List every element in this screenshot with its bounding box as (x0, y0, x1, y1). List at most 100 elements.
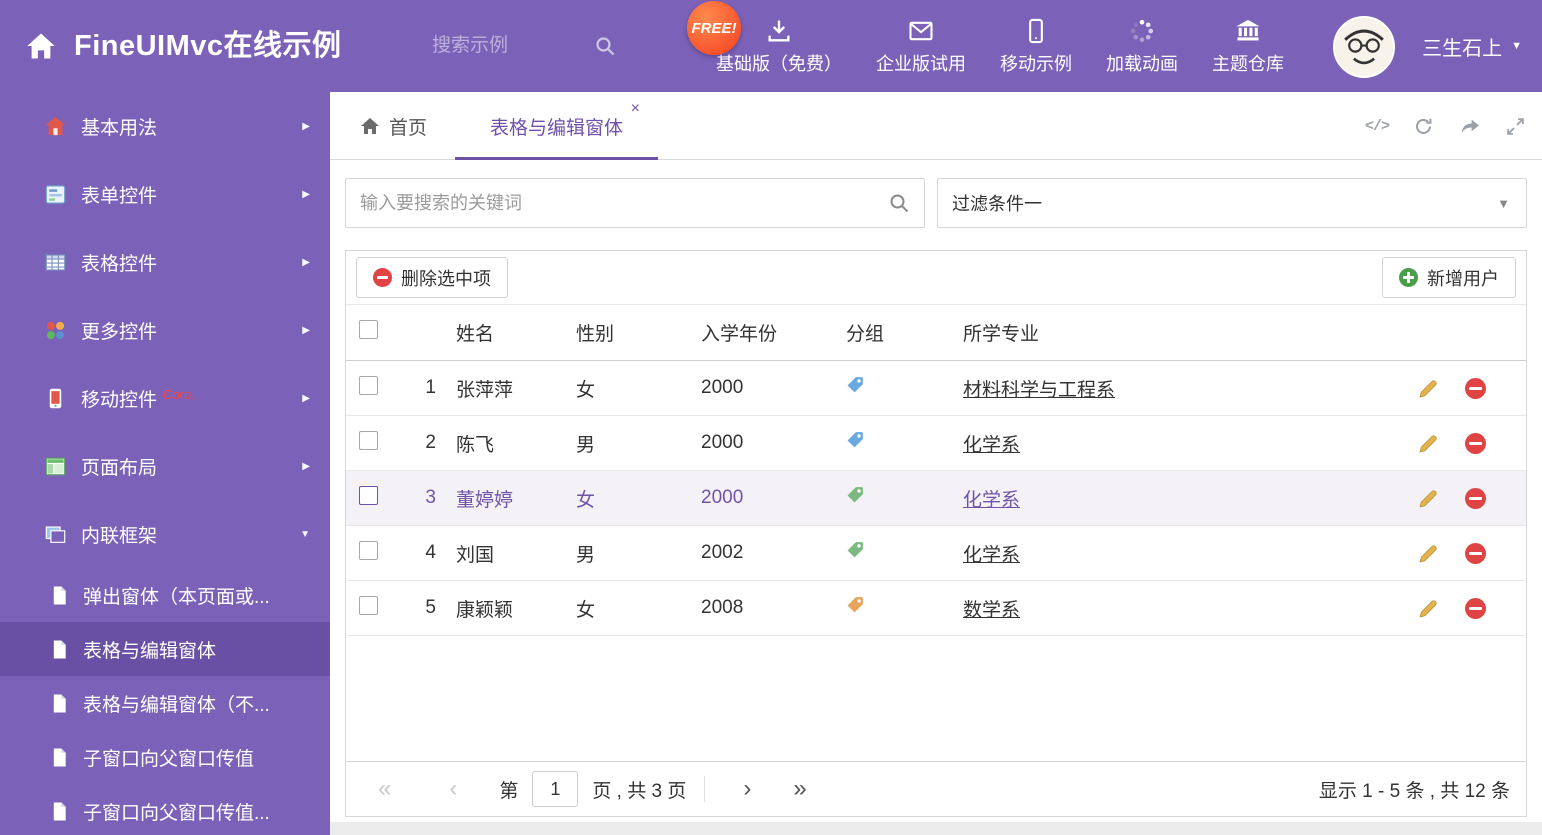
header-search-input[interactable] (430, 34, 594, 58)
user-menu[interactable]: 三生石上 ▼ (1422, 0, 1522, 92)
expand-icon[interactable] (1504, 115, 1526, 137)
table-row[interactable]: 4 刘国 男 2002 化学系 (346, 526, 1526, 581)
avatar[interactable] (1333, 16, 1395, 78)
table-row[interactable]: 2 陈飞 男 2000 化学系 (346, 416, 1526, 471)
cell-gender: 女 (576, 599, 596, 621)
sidebar-item-more-controls[interactable]: 更多控件 ▶ (0, 296, 330, 364)
sidebar-item-label: 页面布局 (81, 457, 158, 479)
sidebar-item-label: 内联框架 (81, 525, 158, 547)
edit-icon[interactable] (1418, 378, 1439, 399)
main-content: 首页 表格与编辑窗体 × </> 输入要搜索的关键词 过滤条件一 ▼ 删除选中项… (330, 92, 1542, 835)
chevron-down-icon: ▼ (300, 528, 310, 540)
nav-item-theme-repo[interactable]: 主题仓库 (1212, 17, 1284, 76)
search-icon[interactable] (594, 35, 616, 57)
bottom-strip (330, 822, 1542, 835)
keyword-search-input[interactable] (346, 192, 888, 214)
nav-item-label: 主题仓库 (1212, 53, 1284, 74)
delete-icon[interactable] (1465, 542, 1486, 564)
sidebar-item-mobile-controls[interactable]: 移动控件 Corp. ▶ (0, 364, 330, 432)
major-link[interactable]: 化学系 (963, 435, 1020, 456)
envelope-icon (907, 17, 935, 45)
sidebar-subitem-label: 表格与编辑窗体 (83, 640, 217, 662)
edit-icon[interactable] (1418, 433, 1439, 454)
sidebar-item-inline-frame[interactable]: 内联框架 ▼ (0, 500, 330, 568)
tab-tools: </> (1365, 92, 1526, 160)
pager-prev-button[interactable]: ‹ (449, 777, 457, 801)
delete-icon[interactable] (1465, 432, 1486, 454)
close-icon[interactable]: × (631, 101, 640, 117)
select-all-checkbox[interactable] (359, 320, 378, 339)
pager-last-button[interactable]: » (793, 777, 806, 801)
sidebar-subitem-child-to-parent[interactable]: 子窗口向父窗口传值 (0, 730, 330, 784)
row-index: 1 (425, 377, 436, 398)
cell-name: 张萍萍 (456, 379, 514, 401)
sidebar-subitem-label: 子窗口向父窗口传值... (83, 802, 270, 824)
share-forward-icon[interactable] (1458, 115, 1480, 137)
delete-icon[interactable] (1465, 597, 1486, 619)
delete-selected-button[interactable]: 删除选中项 (356, 257, 508, 298)
major-link[interactable]: 数学系 (963, 600, 1020, 621)
page-number-input[interactable] (532, 771, 579, 807)
row-checkbox[interactable] (359, 595, 378, 615)
nav-item-mobile-demo[interactable]: 移动示例 (1000, 17, 1072, 76)
major-link[interactable]: 化学系 (963, 545, 1020, 566)
sidebar-item-page-layout[interactable]: 页面布局 ▶ (0, 432, 330, 500)
search-icon[interactable] (888, 192, 910, 214)
file-icon (50, 801, 69, 822)
cell-name: 刘国 (456, 544, 495, 566)
plus-circle-icon (1399, 268, 1418, 287)
tab-grid-edit-window[interactable]: 表格与编辑窗体 × (455, 92, 658, 160)
delete-icon[interactable] (1465, 487, 1486, 509)
sidebar-item-table-controls[interactable]: 表格控件 ▶ (0, 228, 330, 296)
table-row[interactable]: 1 张萍萍 女 2000 材料科学与工程系 (346, 361, 1526, 416)
major-link[interactable]: 化学系 (963, 490, 1020, 511)
home-icon (44, 115, 67, 138)
column-header-year[interactable]: 入学年份 (701, 319, 846, 346)
pager-next-button[interactable]: › (743, 777, 751, 801)
app-title: FineUIMvc在线示例 (74, 30, 342, 62)
home-icon[interactable] (26, 31, 56, 61)
column-header-gender[interactable]: 性别 (576, 319, 701, 346)
row-checkbox[interactable] (359, 540, 378, 560)
header-search[interactable] (430, 26, 640, 66)
nav-item-enterprise-trial[interactable]: 企业版试用 (876, 17, 966, 76)
filter-dropdown[interactable]: 过滤条件一 ▼ (937, 178, 1527, 228)
nav-item-loading-animation[interactable]: 加载动画 (1106, 17, 1178, 76)
chevron-right-icon: ▶ (302, 460, 310, 472)
nav-item-label: 企业版试用 (876, 53, 966, 74)
tab-label: 首页 (389, 117, 428, 139)
add-user-button[interactable]: 新增用户 (1382, 257, 1516, 298)
refresh-icon[interactable] (1412, 115, 1434, 137)
sidebar-item-label: 移动控件 (81, 389, 158, 411)
sidebar-subitem-grid-edit-window-2[interactable]: 表格与编辑窗体（不... (0, 676, 330, 730)
row-checkbox[interactable] (359, 375, 378, 395)
edit-icon[interactable] (1418, 543, 1439, 564)
sidebar-item-form-controls[interactable]: 表单控件 ▶ (0, 160, 330, 228)
row-checkbox[interactable] (359, 430, 378, 450)
sidebar: 基本用法 ▶ 表单控件 ▶ 表格控件 ▶ 更多控件 ▶ 移动控件 Corp. ▶… (0, 92, 330, 835)
cell-year: 2002 (701, 542, 744, 563)
table-row[interactable]: 5 康颖颖 女 2008 数学系 (346, 581, 1526, 636)
sidebar-subitem-child-to-parent-2[interactable]: 子窗口向父窗口传值... (0, 784, 330, 835)
edit-icon[interactable] (1418, 598, 1439, 619)
cell-name: 陈飞 (456, 434, 495, 456)
column-header-name[interactable]: 姓名 (436, 319, 576, 346)
sidebar-item-basic-usage[interactable]: 基本用法 ▶ (0, 92, 330, 160)
cell-year: 2000 (701, 377, 744, 398)
sidebar-subitem-popup-window[interactable]: 弹出窗体（本页面或... (0, 568, 330, 622)
cell-name: 康颖颖 (456, 599, 514, 621)
column-header-group[interactable]: 分组 (846, 319, 963, 346)
source-code-icon[interactable]: </> (1365, 115, 1390, 137)
major-link[interactable]: 材料科学与工程系 (963, 380, 1115, 401)
row-checkbox[interactable] (359, 485, 378, 505)
edit-icon[interactable] (1418, 488, 1439, 509)
delete-icon[interactable] (1465, 377, 1486, 399)
grid-panel: 删除选中项 新增用户 姓名 性别 入学年份 分组 所学专业 1 张萍萍 女 20… (345, 250, 1527, 817)
sidebar-subitem-grid-edit-window[interactable]: 表格与编辑窗体 (0, 622, 330, 676)
table-row-selected[interactable]: 3 董婷婷 女 2000 化学系 (346, 471, 1526, 526)
pager-first-button[interactable]: « (378, 777, 391, 801)
filter-row: 过滤条件一 ▼ (345, 178, 1527, 228)
tab-home[interactable]: 首页 (360, 92, 427, 160)
column-header-major[interactable]: 所学专业 (963, 319, 1406, 346)
frame-icon (44, 523, 67, 546)
